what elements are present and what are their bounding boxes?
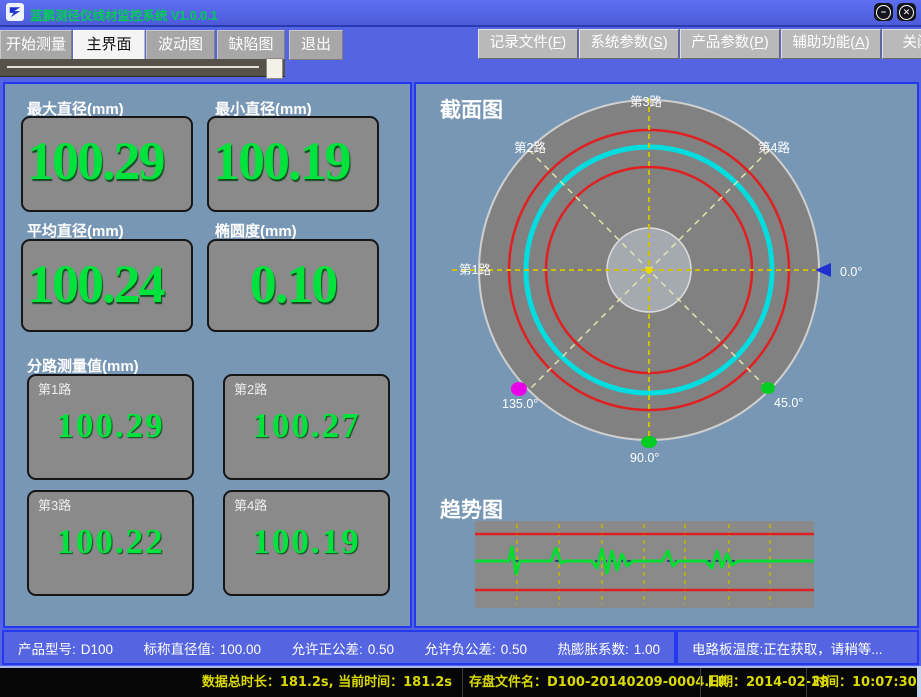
avg-diameter-label: 平均直径(mm) — [27, 220, 124, 241]
negative-tolerance-label: 允许负公差: — [424, 642, 495, 657]
avg-diameter-value: 100.24 — [23, 241, 191, 315]
status-time: 时间：10:07:30 — [806, 668, 917, 697]
path1-label: 第1路 — [38, 379, 71, 398]
status-save-file: 存盘文件名：D100-20140209-0004.LP — [462, 668, 727, 697]
path3-display: 第3路 100.22 — [27, 490, 194, 596]
save-file-label: 存盘文件名： — [469, 675, 547, 690]
window-edge-strip — [917, 666, 921, 697]
positive-tolerance: 允许正公差: 0.50 — [291, 638, 394, 658]
menu-hotkey: P — [754, 35, 764, 51]
angle-135-label: 135.0° — [502, 397, 538, 411]
time-label: 时间： — [813, 675, 852, 690]
ovality-label: 椭圆度(mm) — [215, 220, 297, 241]
close-button[interactable]: ✕ — [897, 3, 916, 21]
angle-135-marker — [511, 382, 527, 396]
menu-label-post: ) — [865, 35, 870, 51]
tab-start-measure[interactable]: 开始测量 — [0, 30, 72, 60]
negative-tolerance-value: 0.50 — [501, 642, 527, 657]
trend-chart-title: 趋势图 — [440, 494, 503, 524]
status-bar: 数据总时长：181.2s, 当前时间：181.2s 存盘文件名：D100-201… — [0, 666, 921, 697]
menu-label-post: ) — [663, 35, 668, 51]
path3-label: 第3路 — [38, 495, 71, 514]
nominal-diameter-label: 标称直径值: — [143, 642, 214, 657]
board-temperature-bar: 电路板温度:正在获取，请稍等... — [676, 630, 919, 665]
measurement-panel: 最大直径(mm) 最小直径(mm) 100.29 100.19 平均直径(mm)… — [3, 82, 412, 628]
max-diameter-value: 100.29 — [23, 118, 191, 192]
path4-display: 第4路 100.19 — [223, 490, 390, 596]
product-model-label: 产品型号: — [18, 642, 76, 657]
app-window: 蓝鹏测径仪线材监控系统 V1.0.0.1 − ✕ 记录文件(F) 系统参数(S)… — [0, 0, 921, 697]
positive-tolerance-label: 允许正公差: — [291, 642, 362, 657]
path3-axis-label: 第3路 — [630, 94, 662, 109]
menu-aux-functions[interactable]: 辅助功能(A) — [781, 29, 881, 59]
trend-chart-canvas — [475, 521, 814, 608]
close-icon: ✕ — [899, 5, 914, 20]
tab-exit[interactable]: 退出 — [289, 30, 343, 60]
board-temperature-label: 电路板温度: — [692, 642, 763, 657]
path2-label: 第2路 — [234, 379, 267, 398]
time-value: 10:07:30 — [852, 675, 917, 690]
menu-label: 辅助功能( — [792, 35, 855, 51]
negative-tolerance: 允许负公差: 0.50 — [424, 638, 527, 658]
menu-label-post: ) — [561, 35, 566, 51]
thermal-coefficient-value: 1.00 — [634, 642, 660, 657]
path2-display: 第2路 100.27 — [223, 374, 390, 480]
nominal-diameter: 标称直径值: 100.00 — [143, 638, 261, 658]
menu-label: 系统参数( — [590, 35, 653, 51]
menu-hotkey: S — [653, 35, 663, 51]
minimize-button[interactable]: − — [874, 3, 893, 21]
nominal-diameter-value: 100.00 — [220, 642, 261, 657]
menu-hotkey: A — [855, 35, 865, 51]
tab-fluctuation-chart[interactable]: 波动图 — [146, 30, 215, 60]
tab-main-screen[interactable]: 主界面 — [73, 30, 145, 60]
angle-45-marker — [761, 382, 775, 394]
center-dot — [646, 267, 653, 274]
menu-system-params[interactable]: 系统参数(S) — [579, 29, 679, 59]
menu-product-params[interactable]: 产品参数(P) — [680, 29, 780, 59]
positive-tolerance-value: 0.50 — [368, 642, 394, 657]
path2-axis-label: 第2路 — [514, 140, 546, 155]
product-model-value: D100 — [81, 642, 113, 657]
status-durations: 数据总时长：181.2s, 当前时间：181.2s — [0, 668, 452, 697]
app-logo-icon — [6, 3, 24, 21]
board-temperature: 电路板温度:正在获取，请稍等... — [692, 638, 883, 658]
max-diameter-display: 100.29 — [21, 116, 193, 212]
menu-label: 产品参数( — [691, 35, 754, 51]
product-model: 产品型号: D100 — [18, 638, 113, 658]
angle-0-label: 0.0° — [840, 265, 862, 279]
visualization-panel: 截面图 第3路 第2路 第4路 第1路 0.0° 45.0° 90.0° 135… — [414, 82, 919, 628]
thermal-coefficient: 热膨胀系数: 1.00 — [557, 638, 660, 658]
title-bar: 蓝鹏测径仪线材监控系统 V1.0.0.1 − ✕ — [0, 0, 921, 27]
tab-defect-chart[interactable]: 缺陷图 — [217, 30, 285, 60]
path4-label: 第4路 — [234, 495, 267, 514]
path1-display: 第1路 100.29 — [27, 374, 194, 480]
thermal-coefficient-label: 热膨胀系数: — [557, 642, 628, 657]
menu-record-files[interactable]: 记录文件(F) — [478, 29, 578, 59]
path4-axis-label: 第4路 — [758, 140, 790, 155]
slider-groove — [7, 66, 259, 68]
product-info-bar: 产品型号: D100 标称直径值: 100.00 允许正公差: 0.50 允许负公差:… — [2, 630, 676, 665]
angle-45-label: 45.0° — [774, 396, 803, 410]
min-diameter-value: 100.19 — [209, 118, 377, 192]
cross-section-diagram: 第3路 第2路 第4路 第1路 0.0° 45.0° 90.0° 135.0° — [416, 84, 917, 479]
slider-handle[interactable] — [266, 58, 283, 79]
ovality-value: 0.10 — [209, 241, 377, 315]
avg-diameter-display: 100.24 — [21, 239, 193, 332]
menu-close-alarm[interactable]: 关闭报警 — [882, 29, 921, 59]
minimize-icon: − — [876, 5, 891, 20]
board-temperature-value: 正在获取，请稍等... — [763, 642, 882, 657]
menu-label: 记录文件( — [490, 35, 553, 51]
menu-label-post: ) — [764, 35, 769, 51]
min-diameter-display: 100.19 — [207, 116, 379, 212]
path-section-title: 分路测量值(mm) — [27, 355, 139, 376]
date-label: 日期： — [707, 675, 746, 690]
angle-90-marker — [641, 436, 657, 448]
menu-label: 关闭报警 — [903, 35, 921, 51]
window-title: 蓝鹏测径仪线材监控系统 V1.0.0.1 — [30, 5, 218, 24]
scroll-slider-track[interactable] — [0, 59, 285, 77]
angle-90-label: 90.0° — [630, 451, 659, 465]
trend-chart — [475, 521, 814, 608]
ovality-display: 0.10 — [207, 239, 379, 332]
path1-axis-label: 第1路 — [459, 262, 491, 277]
